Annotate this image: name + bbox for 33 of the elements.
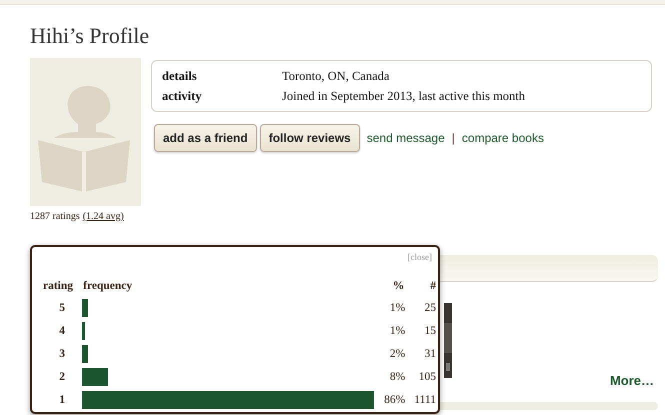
send-message-link[interactable]: send message: [366, 131, 445, 145]
link-separator: |: [452, 131, 455, 145]
rating-cell: 1: [42, 388, 82, 411]
count-cell-text: 25: [424, 300, 437, 316]
detail-label: activity: [162, 88, 203, 105]
rating-cell: 3: [42, 342, 82, 365]
percent-cell-text: 2%: [388, 346, 406, 362]
count-cell-text: 31: [424, 346, 437, 362]
action-button[interactable]: add as a friend: [154, 124, 257, 152]
detail-value: Toronto, ON, Canada: [282, 68, 390, 85]
column-header: #: [429, 279, 437, 294]
detail-value: Joined in September 2013, last active this month: [282, 88, 526, 105]
column-header: rating: [42, 279, 74, 294]
percent-cell-text: 86%: [383, 392, 406, 408]
rating-cell: 4: [42, 319, 82, 342]
count-cell-text: 1111: [413, 392, 437, 408]
ratings-count: 1287 ratings: [30, 211, 80, 222]
more-link[interactable]: More…: [610, 373, 654, 388]
page-title: Hihi’s Profile: [30, 22, 150, 50]
avatar-icon: [30, 58, 141, 206]
detail-label: details: [162, 68, 198, 85]
compare-books-link[interactable]: compare books: [462, 131, 544, 145]
column-header: %: [392, 279, 406, 294]
rating-cell: 2: [42, 365, 82, 388]
percent-cell-text: 1%: [388, 324, 406, 338]
rating-cell: 5: [42, 296, 82, 319]
percent-cell-text: 8%: [388, 370, 406, 384]
count-cell-text: 15: [424, 324, 437, 338]
percent-cell-text: 1%: [388, 300, 406, 316]
average-link[interactable]: (1.24 avg): [82, 211, 124, 222]
column-header: frequency: [82, 279, 134, 294]
action-button[interactable]: follow reviews: [260, 124, 360, 152]
count-cell-text: 105: [418, 370, 437, 384]
